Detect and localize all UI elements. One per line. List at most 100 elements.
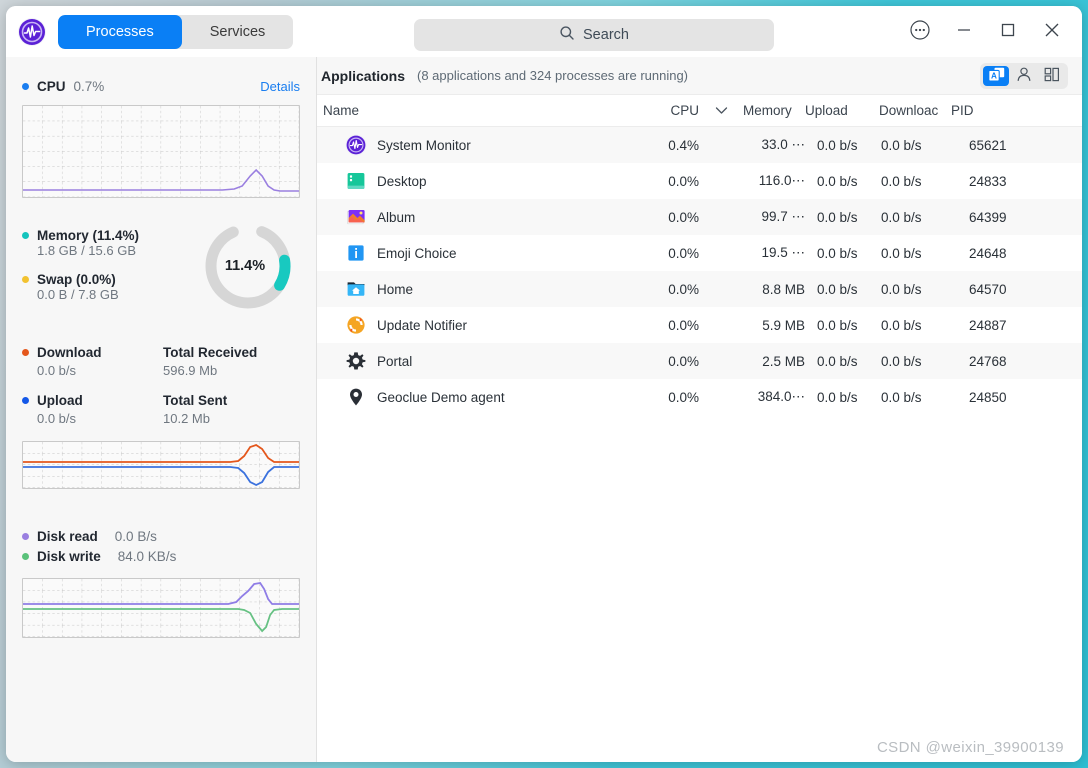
- sort-chevron-down-icon[interactable]: [699, 106, 743, 115]
- disk-read-row: Disk read 0.0 B/s: [22, 529, 300, 544]
- disk-read-label: Disk read: [37, 529, 98, 544]
- my-processes-view-button[interactable]: [1011, 66, 1037, 86]
- column-header-memory[interactable]: Memory: [743, 103, 805, 118]
- memory-section: Memory (11.4%) 1.8 GB / 15.6 GB Swap (0.…: [22, 198, 300, 323]
- column-header-pid[interactable]: PID: [947, 103, 1068, 118]
- gear-icon: [345, 350, 367, 372]
- system-monitor-logo-icon: [17, 17, 47, 47]
- search-placeholder: Search: [583, 27, 629, 43]
- window-controls: [898, 6, 1074, 57]
- memory-dot-icon: [22, 232, 29, 239]
- row-upload-cell: 0.0 b/s: [817, 281, 858, 297]
- row-pid-cell: 65621: [969, 137, 1007, 153]
- row-upload-cell: 0.0 b/s: [817, 245, 858, 261]
- swap-header: Swap (0.0%): [22, 272, 196, 287]
- table-row[interactable]: Home 0.0% 8.8 MB 0.0 b/s 0.0 b/s 64570: [317, 271, 1082, 307]
- upload-value: 0.0 b/s: [37, 411, 77, 426]
- row-name-cell: Home: [321, 278, 627, 300]
- close-button[interactable]: [1030, 12, 1074, 52]
- minimize-icon: [953, 19, 975, 44]
- row-memory-cell: 8.8 MB: [762, 281, 805, 297]
- table-row[interactable]: Desktop 0.0% 116.0⋯ 0.0 b/s 0.0 b/s 2483…: [317, 163, 1082, 199]
- more-circle-icon: [909, 19, 931, 44]
- column-header-cpu[interactable]: CPU: [627, 103, 699, 118]
- applications-view-button[interactable]: A: [983, 65, 1009, 86]
- table-row[interactable]: Portal 0.0% 2.5 MB 0.0 b/s 0.0 b/s 24768: [317, 343, 1082, 379]
- row-download-cell: 0.0 b/s: [881, 209, 922, 225]
- resource-sidebar: CPU 0.7% Details Memory (11.4%) 1.8 GB /…: [6, 57, 317, 762]
- row-name-label: Portal: [377, 353, 413, 369]
- system-monitor-icon: [345, 134, 367, 156]
- row-name-label: Album: [377, 209, 416, 225]
- row-cpu-cell: 0.0%: [668, 353, 699, 369]
- svg-text:A: A: [991, 71, 997, 80]
- disk-write-row: Disk write 84.0 KB/s: [22, 549, 300, 564]
- cpu-graph: [22, 105, 300, 198]
- table-row[interactable]: Emoji Choice 0.0% 19.5 ⋯ 0.0 b/s 0.0 b/s…: [317, 235, 1082, 271]
- cpu-section: CPU 0.7% Details: [22, 57, 300, 198]
- memory-label: Memory (11.4%): [37, 228, 140, 243]
- row-name-cell: Emoji Choice: [321, 242, 627, 264]
- row-cpu-cell: 0.0%: [668, 317, 699, 333]
- download-dot-icon: [22, 349, 29, 356]
- maximize-button[interactable]: [986, 12, 1030, 52]
- upload-label: Upload: [37, 393, 83, 408]
- column-header-upload[interactable]: Upload: [805, 103, 879, 118]
- disk-write-dot-icon: [22, 553, 29, 560]
- column-header-name[interactable]: Name: [321, 103, 627, 118]
- row-name-cell: System Monitor: [321, 134, 627, 156]
- row-pid-cell: 24850: [969, 389, 1007, 405]
- row-upload-cell: 0.0 b/s: [817, 209, 858, 225]
- disk-write-value: 84.0 KB/s: [117, 549, 177, 564]
- all-processes-view-button[interactable]: [1039, 66, 1065, 86]
- row-download-cell: 0.0 b/s: [881, 173, 922, 189]
- memory-donut: 11.4%: [196, 214, 300, 323]
- cpu-details-link[interactable]: Details: [260, 79, 300, 94]
- row-download-cell: 0.0 b/s: [881, 353, 922, 369]
- row-memory-cell: 116.0⋯: [758, 173, 805, 188]
- close-icon: [1041, 19, 1063, 44]
- disk-read-dot-icon: [22, 533, 29, 540]
- memory-donut-label: 11.4%: [224, 258, 266, 274]
- row-cpu-cell: 0.0%: [668, 245, 699, 261]
- row-cpu-cell: 0.0%: [668, 173, 699, 189]
- home-folder-icon: [345, 278, 367, 300]
- row-name-label: Geoclue Demo agent: [377, 389, 505, 405]
- row-name-cell: Update Notifier: [321, 314, 627, 336]
- row-pid-cell: 24833: [969, 173, 1007, 189]
- column-header-download[interactable]: Downloac: [879, 103, 947, 118]
- total-received-label: Total Received: [163, 345, 258, 360]
- minimize-button[interactable]: [942, 12, 986, 52]
- row-download-cell: 0.0 b/s: [881, 245, 922, 261]
- row-memory-cell: 19.5 ⋯: [761, 245, 805, 260]
- table-row[interactable]: System Monitor 0.4% 33.0 ⋯ 0.0 b/s 0.0 b…: [317, 127, 1082, 163]
- row-pid-cell: 64570: [969, 281, 1007, 297]
- total-sent-label: Total Sent: [163, 393, 228, 408]
- disk-graph: [22, 578, 300, 638]
- row-cpu-cell: 0.4%: [668, 137, 699, 153]
- table-row[interactable]: Update Notifier 0.0% 5.9 MB 0.0 b/s 0.0 …: [317, 307, 1082, 343]
- row-name-label: Home: [377, 281, 414, 297]
- process-table-body: System Monitor 0.4% 33.0 ⋯ 0.0 b/s 0.0 b…: [317, 127, 1082, 415]
- album-icon: [345, 206, 367, 228]
- row-upload-cell: 0.0 b/s: [817, 173, 858, 189]
- row-upload-cell: 0.0 b/s: [817, 389, 858, 405]
- tab-processes[interactable]: Processes: [58, 14, 182, 49]
- upload-header: Upload: [22, 393, 163, 408]
- process-panel: Applications (8 applications and 324 pro…: [317, 57, 1082, 762]
- disk-read-value: 0.0 B/s: [114, 529, 157, 544]
- table-row[interactable]: Geoclue Demo agent 0.0% 384.0⋯ 0.0 b/s 0…: [317, 379, 1082, 415]
- tab-services[interactable]: Services: [182, 15, 294, 49]
- menu-button[interactable]: [898, 12, 942, 52]
- cpu-dot-icon: [22, 83, 29, 90]
- maximize-icon: [997, 19, 1019, 44]
- search-input[interactable]: Search: [414, 19, 774, 51]
- row-pid-cell: 24887: [969, 317, 1007, 333]
- applications-header: Applications (8 applications and 324 pro…: [317, 57, 1082, 95]
- upload-dot-icon: [22, 397, 29, 404]
- total-sent-value: 10.2 Mb: [163, 411, 210, 426]
- table-row[interactable]: Album 0.0% 99.7 ⋯ 0.0 b/s 0.0 b/s 64399: [317, 199, 1082, 235]
- row-name-label: Emoji Choice: [377, 245, 457, 261]
- row-memory-cell: 2.5 MB: [762, 353, 805, 369]
- download-label: Download: [37, 345, 102, 360]
